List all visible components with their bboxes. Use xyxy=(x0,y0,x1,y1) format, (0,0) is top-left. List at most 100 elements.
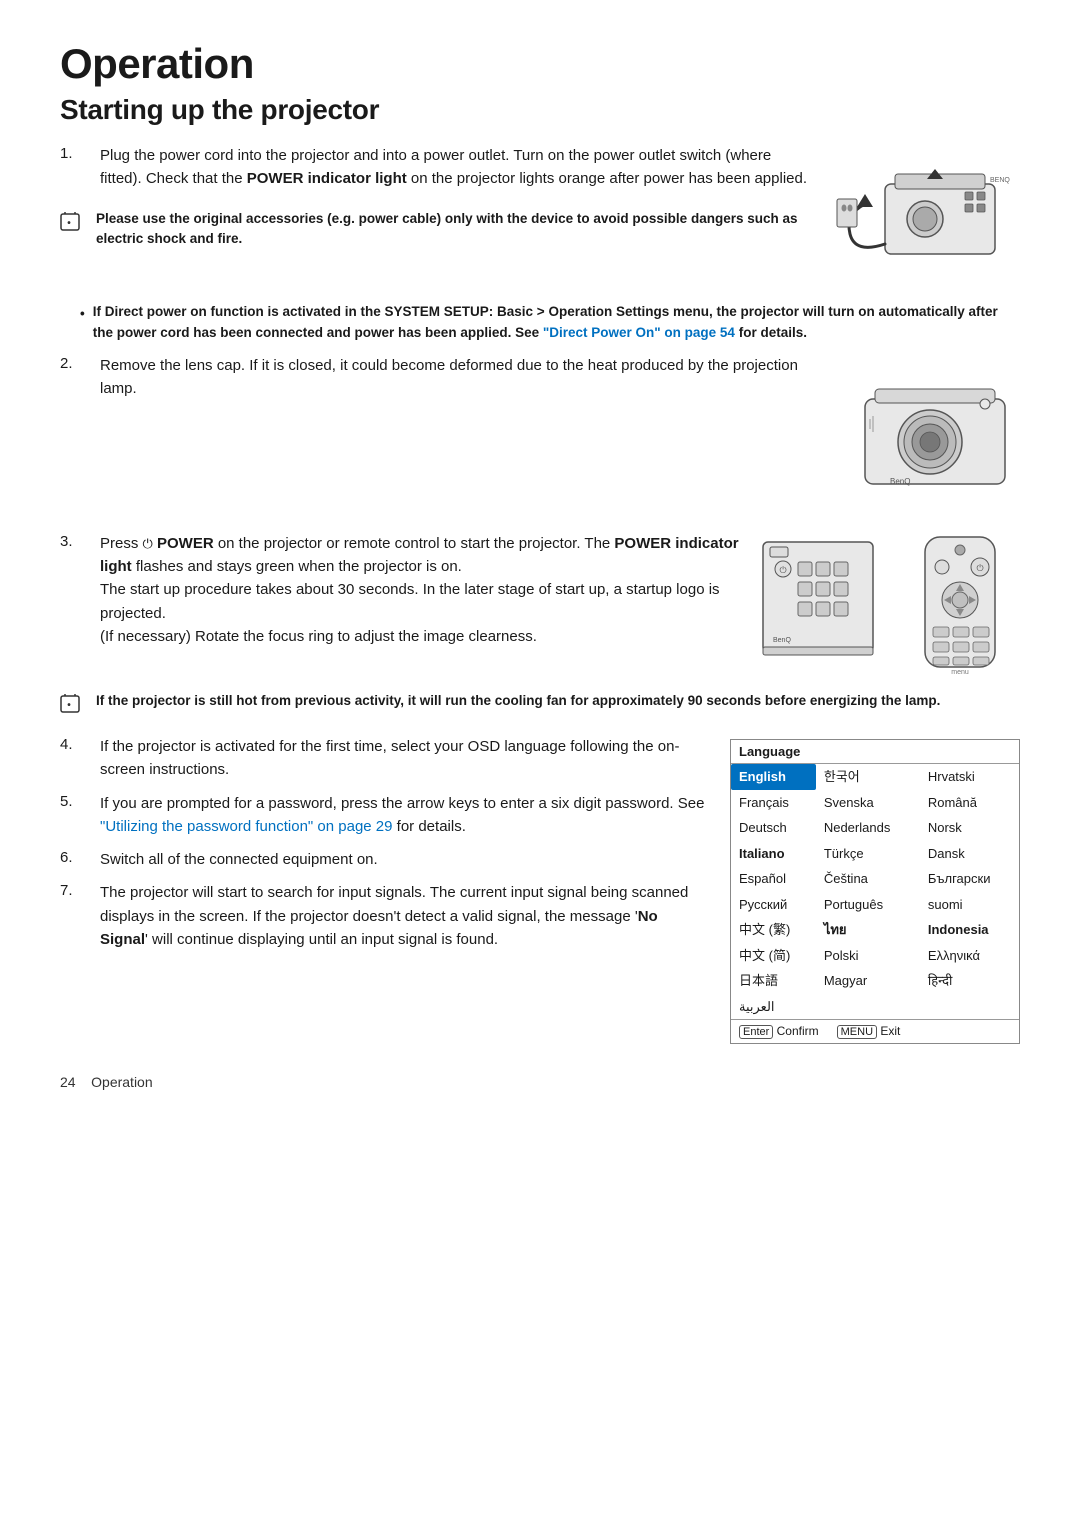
table-row: Русский Português suomi xyxy=(731,892,1019,918)
svg-text:•: • xyxy=(67,218,71,229)
svg-text:BenQ: BenQ xyxy=(773,637,791,644)
step-1-image: BENQ xyxy=(835,144,1020,288)
note-icon-3: • xyxy=(60,693,88,721)
lang-english: English xyxy=(731,764,816,790)
lang-bulgarian: Български xyxy=(920,866,1019,892)
lang-greek: Ελληνικά xyxy=(920,943,1019,969)
step-1: 1. Plug the power cord into the projecto… xyxy=(60,144,811,191)
svg-text:menu: menu xyxy=(951,669,969,676)
svg-text:⏻: ⏻ xyxy=(779,565,786,575)
step-4-number: 4. xyxy=(60,735,100,753)
note-3-text: If the projector is still hot from previ… xyxy=(96,691,940,711)
step-3-images: BenQ ⏻ ⏻ xyxy=(758,532,1020,677)
note-2-text: If Direct power on function is activated… xyxy=(93,302,1020,344)
lang-thai: ไทย xyxy=(816,917,920,943)
lang-hungarian: Magyar xyxy=(816,968,920,994)
step-1-row: 1. Plug the power cord into the projecto… xyxy=(60,144,1020,288)
lang-danish: Dansk xyxy=(920,841,1019,867)
step-2-text: Remove the lens cap. If it is closed, it… xyxy=(100,354,811,401)
lang-indonesia: Indonesia xyxy=(920,917,1019,943)
note-1-text: Please use the original accessories (e.g… xyxy=(96,209,811,250)
lang-arabic: العربية xyxy=(731,994,816,1020)
step-6: 6. Switch all of the connected equipment… xyxy=(60,848,706,871)
lang-italian: Italiano xyxy=(731,841,816,867)
lang-hindi: हिन्दी xyxy=(920,968,1019,994)
step-5-number: 5. xyxy=(60,792,100,810)
lang-russian: Русский xyxy=(731,892,816,918)
bullet-dot: • xyxy=(80,304,85,325)
step-4: 4. If the projector is activated for the… xyxy=(60,735,706,782)
step-2-number: 2. xyxy=(60,354,100,372)
step-3-text: Press ⏻ POWER on the projector or remote… xyxy=(100,532,742,648)
exit-label: MENU Exit xyxy=(837,1024,901,1039)
lang-empty-2 xyxy=(920,994,1019,1020)
footer-page-number: 24 xyxy=(60,1074,76,1090)
direct-power-link[interactable]: "Direct Power On" on page 54 xyxy=(543,325,735,340)
menu-key-badge: MENU xyxy=(837,1025,877,1039)
table-row: English 한국어 Hrvatski xyxy=(731,764,1019,790)
confirm-label: Enter Confirm xyxy=(739,1024,819,1039)
lang-czech: Čeština xyxy=(816,866,920,892)
table-row: 中文 (繁) ไทย Indonesia xyxy=(731,917,1019,943)
lang-french: Français xyxy=(731,790,816,816)
step-5-text: If you are prompted for a password, pres… xyxy=(100,792,706,839)
note-direct-power: • If Direct power on function is activat… xyxy=(80,302,1020,344)
table-row: Français Svenska Română xyxy=(731,790,1019,816)
table-row: العربية xyxy=(731,994,1019,1020)
step-7: 7. The projector will start to search fo… xyxy=(60,881,706,951)
svg-text:⏻: ⏻ xyxy=(976,563,983,573)
step-3: 3. Press ⏻ POWER on the projector or rem… xyxy=(60,532,742,648)
lang-turkish: Türkçe xyxy=(816,841,920,867)
language-footer: Enter Confirm MENU Exit xyxy=(731,1019,1019,1043)
lang-romanian: Română xyxy=(920,790,1019,816)
page-title: Operation xyxy=(60,40,1020,88)
table-row: Deutsch Nederlands Norsk xyxy=(731,815,1019,841)
lang-german: Deutsch xyxy=(731,815,816,841)
lang-japanese: 日本語 xyxy=(731,968,816,994)
page-footer: 24 Operation xyxy=(60,1074,1020,1090)
step-7-text: The projector will start to search for i… xyxy=(100,881,706,951)
step-5: 5. If you are prompted for a password, p… xyxy=(60,792,706,839)
step-6-text: Switch all of the connected equipment on… xyxy=(100,848,706,871)
step-2-image: BenQ xyxy=(835,354,1020,518)
language-table-header: Language xyxy=(731,740,1019,764)
lang-croatian: Hrvatski xyxy=(920,764,1019,790)
step-3-number: 3. xyxy=(60,532,100,550)
lang-spanish: Español xyxy=(731,866,816,892)
enter-key-badge: Enter xyxy=(739,1025,773,1039)
lang-norwegian: Norsk xyxy=(920,815,1019,841)
note-cooling-fan: • If the projector is still hot from pre… xyxy=(60,691,1020,721)
table-row: 中文 (简) Polski Ελληνικά xyxy=(731,943,1019,969)
lang-korean: 한국어 xyxy=(816,764,920,790)
table-row: Italiano Türkçe Dansk xyxy=(731,841,1019,867)
lang-polish: Polski xyxy=(816,943,920,969)
language-grid: English 한국어 Hrvatski Français Svenska Ro… xyxy=(731,764,1019,1019)
svg-text:BENQ: BENQ xyxy=(990,177,1010,184)
lang-chinese-simp: 中文 (简) xyxy=(731,943,816,969)
step-2-row: 2. Remove the lens cap. If it is closed,… xyxy=(60,354,1020,518)
note-icon-1: • xyxy=(60,211,88,239)
step-3-row: 3. Press ⏻ POWER on the projector or rem… xyxy=(60,532,1020,677)
table-row: 日本語 Magyar हिन्दी xyxy=(731,968,1019,994)
svg-text:•: • xyxy=(67,700,71,711)
note-accessories: • Please use the original accessories (e… xyxy=(60,209,811,250)
step-3-remote-image: ⏻ m xyxy=(905,532,1020,677)
step-4-text: If the projector is activated for the fi… xyxy=(100,735,706,782)
svg-text:BenQ: BenQ xyxy=(890,477,910,486)
lang-finnish: suomi xyxy=(920,892,1019,918)
language-table: Language English 한국어 Hrvatski Français S… xyxy=(730,739,1020,1044)
password-link[interactable]: "Utilizing the password function" on pag… xyxy=(100,818,393,835)
lang-swedish: Svenska xyxy=(816,790,920,816)
lang-empty-1 xyxy=(816,994,920,1020)
lang-dutch: Nederlands xyxy=(816,815,920,841)
footer-section-label: Operation xyxy=(91,1074,152,1090)
lower-steps-section: Language English 한국어 Hrvatski Français S… xyxy=(60,735,1020,1044)
lang-chinese-trad: 中文 (繁) xyxy=(731,917,816,943)
step-6-number: 6. xyxy=(60,848,100,866)
step-7-number: 7. xyxy=(60,881,100,899)
step-1-text: Plug the power cord into the projector a… xyxy=(100,144,811,191)
section-title: Starting up the projector xyxy=(60,94,1020,126)
lang-portuguese: Português xyxy=(816,892,920,918)
table-row: Español Čeština Български xyxy=(731,866,1019,892)
step-3-projector-image: BenQ ⏻ xyxy=(758,532,893,677)
